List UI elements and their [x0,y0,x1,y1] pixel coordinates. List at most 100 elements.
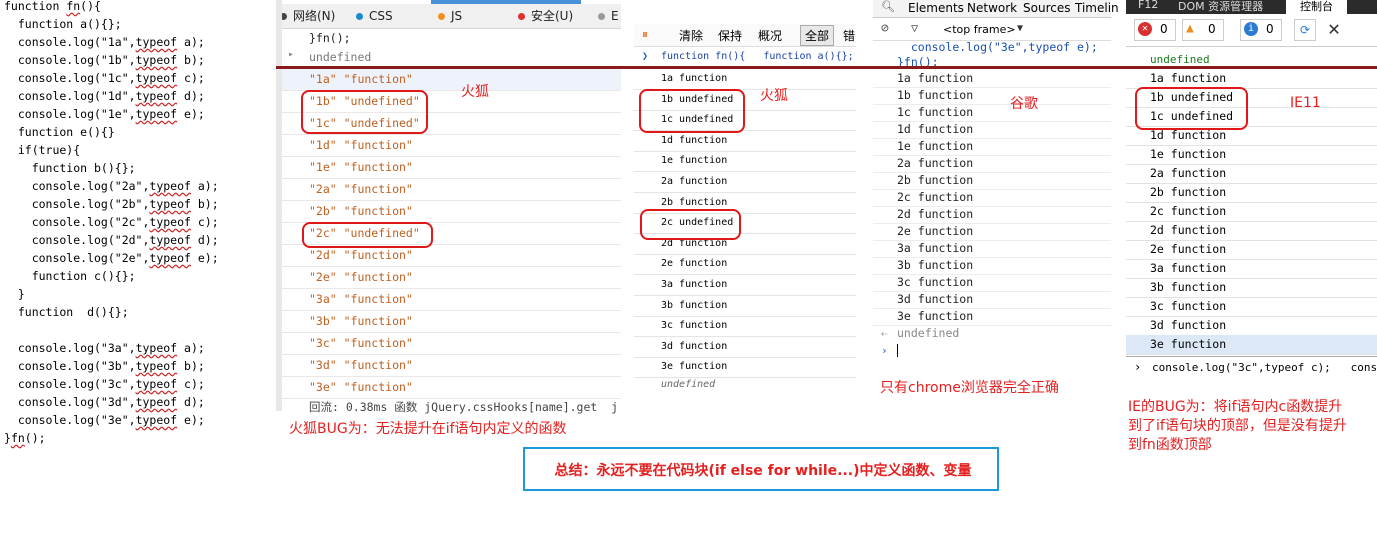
filter-tab[interactable]: CSS [356,8,393,24]
ie-bug-note-1: IE的BUG为：将if语句内c函数提升 [1128,399,1343,415]
code-line: console.log("2b",typeof b); [4,195,219,213]
console-row-text: "2e" "function" [309,270,413,284]
console-row-text: "2a" "function" [309,182,413,196]
console-row: 3a function [1126,259,1377,279]
console-row-text: 2b function [897,173,974,187]
info-count: 0 [1266,22,1274,36]
code-text: b); [177,53,205,67]
chevron-down-icon[interactable]: ▼ [1017,23,1023,34]
error-filter-button[interactable]: 错 [843,27,855,44]
code-text: (){ [80,0,101,13]
code-text: function b(){}; [4,161,136,175]
code-line: function b(){}; [4,159,136,177]
filter-tab-label: CSS [369,9,393,23]
code-keyword: typeof [149,215,191,229]
tab-network[interactable]: Network [967,1,1017,15]
console-row: 2d function [873,206,1111,224]
console-row-text: 2a function [897,156,974,170]
pause-icon[interactable]: ⏸ [642,27,648,42]
console-row: 1e function [873,138,1111,156]
code-text: } [4,431,11,445]
console-row: 1b function [873,87,1111,105]
tab-dom-explorer[interactable]: DOM 资源管理器 [1178,0,1263,14]
clear-on-navigate-icon[interactable]: ⟳ [1294,19,1316,41]
console-row-text: 3e function [897,309,974,323]
code-keyword: typeof [135,341,178,355]
code-keyword: typeof [135,107,178,121]
persist-button[interactable]: 保持 [718,27,742,44]
tab-elements[interactable]: Elements [908,1,964,15]
console-row: 2a function [634,172,856,193]
console-row-text: 2c function [1150,204,1227,218]
code-keyword: fn [66,0,81,13]
code-text: b); [190,197,219,211]
tab-timeline[interactable]: Timelin [1075,1,1119,15]
warning-icon: ▲ [1186,21,1194,36]
code-keyword: typeof [135,395,178,409]
ff-scrollbar[interactable] [276,0,282,411]
all-filter-button[interactable]: 全部 [800,25,835,46]
close-icon[interactable]: ✕ [1328,16,1340,40]
warning-filter-button[interactable]: ▲ 0 [1182,19,1224,41]
ie-bug-note-3: 到fn函数顶部 [1128,437,1212,453]
chrome-console-toolbar: ⊘ ▽ <top frame> ▼ [873,20,1111,41]
filter-dot-icon [518,13,525,20]
code-line: if(true){ [4,141,80,159]
code-line: console.log("1b",typeof b); [4,51,205,69]
filter-dot-icon [438,13,445,20]
code-text: a); [177,341,205,355]
code-line: }fn(); [4,429,46,447]
console-row: 2e function [1126,240,1377,260]
console-row-text: 3d function [661,340,728,352]
code-text: c); [177,71,205,85]
ie-label: IE11 [1290,95,1321,111]
highlight-ie-1b-1c [1135,87,1248,130]
ie-input-text[interactable]: console.log("3c",typeof c); cons [1152,361,1377,374]
console-row-text: 3b function [661,299,728,311]
chrome-console-panel: 🔍︎ Elements Network Sources Timelin ⊘ ▽ … [873,0,1119,360]
console-row: 1c function [873,104,1111,122]
filter-tab[interactable]: 安全(U) [518,8,573,24]
console-input-cursor[interactable] [897,344,898,357]
ie-input-area[interactable]: › console.log("3c",typeof c); cons [1126,356,1377,379]
info-filter-button[interactable]: i 0 [1240,19,1282,41]
ff2-toolbar: ⏸ 清除 保持 概况 全部 错 [634,24,856,47]
inspect-icon[interactable]: 🔍︎ [881,0,895,13]
code-line: console.log("2c",typeof c); [4,213,219,231]
code-text: console.log("2c", [4,215,150,229]
error-filter-button[interactable]: ✕ 0 [1134,19,1176,41]
info-icon: i [1244,22,1258,36]
code-text: e); [177,107,205,121]
tab-sources[interactable]: Sources [1023,1,1070,15]
code-line: console.log("1c",typeof c); [4,69,205,87]
console-row: 3e function [634,357,856,379]
code-text: e); [177,413,205,427]
block-icon[interactable]: ⊘ [881,21,889,36]
console-row-text: "1e" "function" [309,160,413,174]
code-text: } [4,287,25,301]
ff2-input-line[interactable]: function fn(){ function a(){}; [661,51,856,62]
console-row-text: 3b function [1150,280,1227,294]
ff-pre-line: }fn(); [309,31,351,45]
code-line: console.log("3a",typeof a); [4,339,205,357]
console-row: "1a" "function" [276,68,621,91]
tab-f12[interactable]: F12 [1138,0,1158,11]
summary-text: 总结：永远不要在代码块(if else for while...)中定义函数、变… [554,463,972,479]
firefox-console-panel: 网络(N) CSS JS 安全(U) E }fn(); ▸ undefined "1a"… [276,0,621,414]
console-row-text: 3d function [897,292,974,306]
console-row: 3e function [1126,335,1377,355]
filter-icon[interactable]: ▽ [911,21,918,35]
filter-tab[interactable]: JS [438,8,462,24]
console-row-text: "3b" "function" [309,314,413,328]
console-row: 2b function [873,172,1111,190]
code-text: console.log("3e", [4,413,136,427]
console-row: 2e function [634,254,856,276]
frame-select[interactable]: <top frame> [943,23,1016,36]
filter-tab[interactable]: 网络(N) [280,8,335,24]
profile-button[interactable]: 概况 [758,27,782,44]
console-row-text: 3a function [661,279,728,290]
code-text: console.log("2d", [4,233,150,247]
console-row-text: 1a function [897,71,974,85]
clear-button[interactable]: 清除 [679,27,703,44]
filter-tab[interactable]: E [598,8,619,24]
